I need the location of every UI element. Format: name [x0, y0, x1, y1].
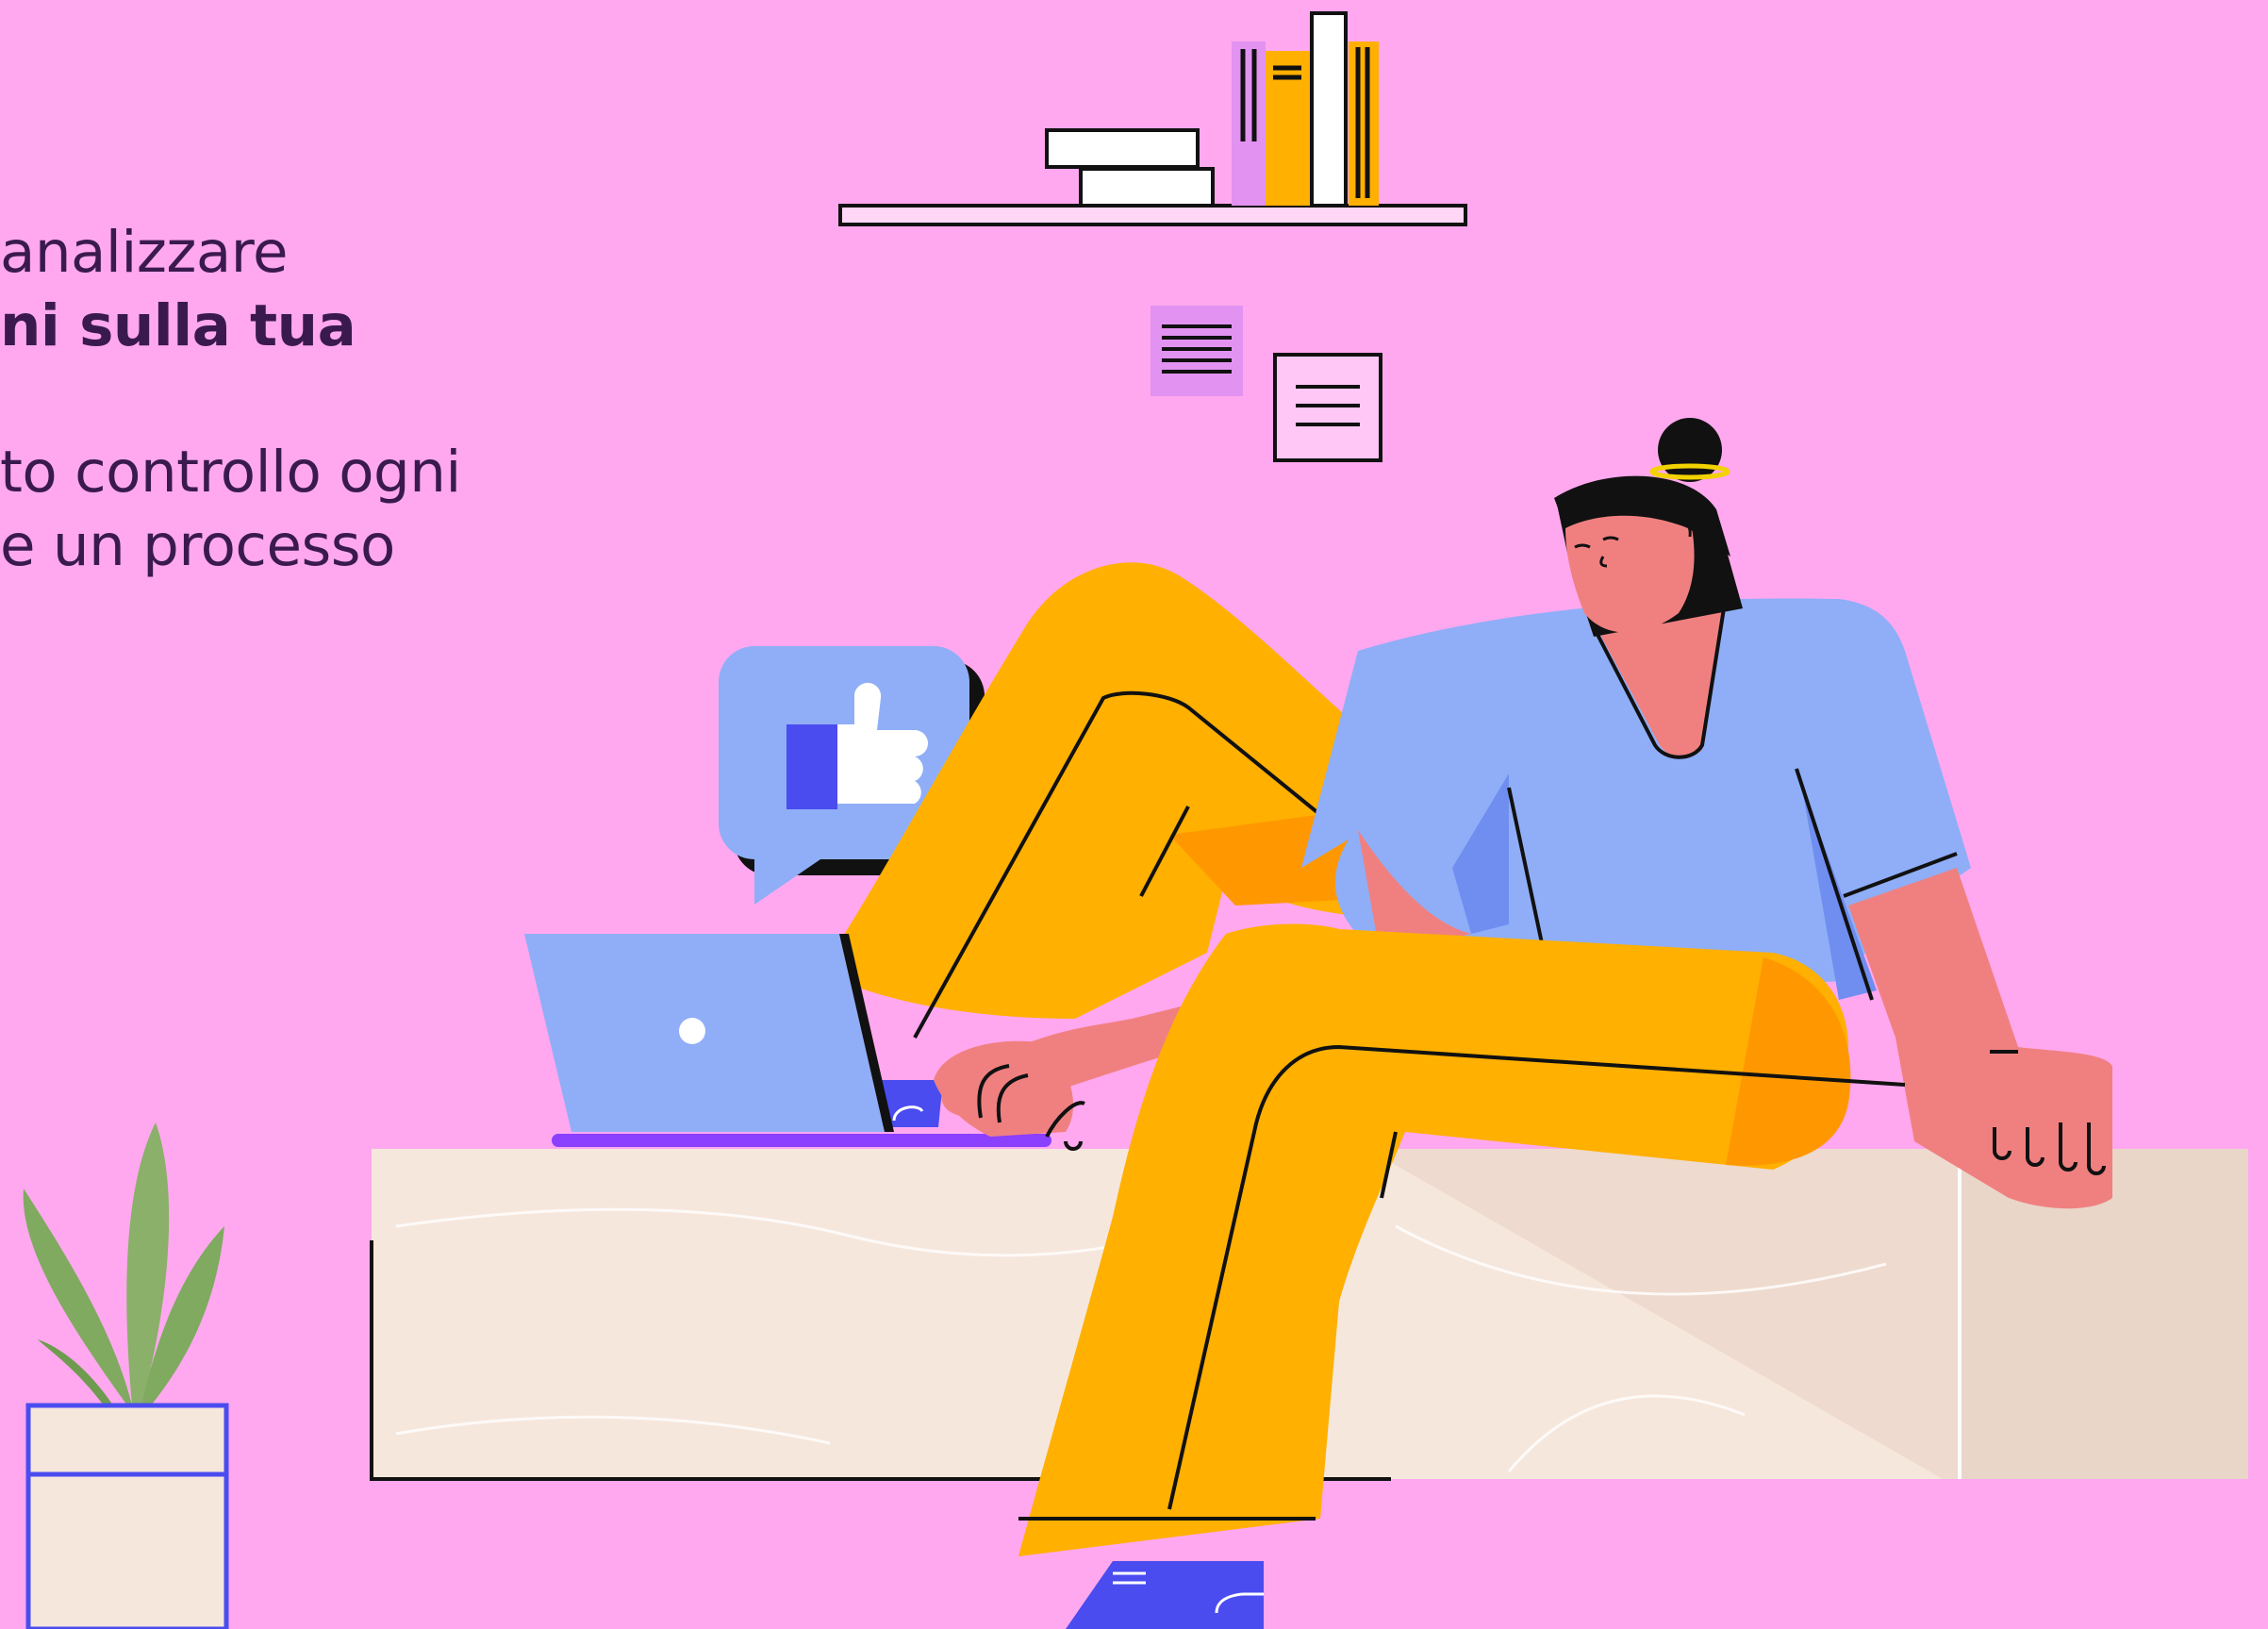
bookshelf [838, 11, 1467, 226]
plant [23, 1122, 229, 1629]
notes-icon [1151, 306, 1382, 462]
illustration [23, 11, 2248, 1629]
